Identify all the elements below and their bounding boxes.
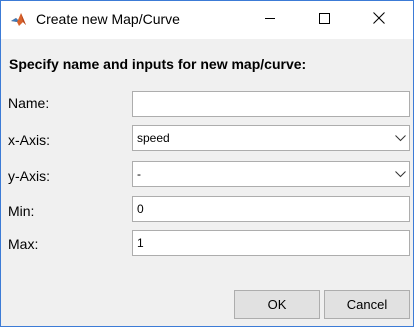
maximize-icon xyxy=(318,11,330,29)
window-title: Create new Map/Curve xyxy=(36,11,180,27)
x-axis-select[interactable]: speed xyxy=(132,125,410,151)
matlab-logo-icon xyxy=(10,11,27,28)
ok-button[interactable]: OK xyxy=(234,290,320,319)
max-label: Max: xyxy=(8,236,39,252)
name-label: Name: xyxy=(8,95,50,111)
dialog-content: Specify name and inputs for new map/curv… xyxy=(1,39,413,326)
max-input[interactable]: 1 xyxy=(132,230,410,256)
chevron-down-icon[interactable] xyxy=(392,126,409,150)
maximize-button[interactable] xyxy=(301,1,347,39)
minimize-icon xyxy=(264,11,276,29)
min-input[interactable]: 0 xyxy=(132,196,410,222)
y-axis-select[interactable]: - xyxy=(132,161,410,187)
y-axis-value: - xyxy=(137,167,141,181)
minimize-button[interactable] xyxy=(247,1,293,39)
close-button[interactable] xyxy=(356,1,402,39)
cancel-button[interactable]: Cancel xyxy=(324,290,410,319)
close-icon xyxy=(373,11,385,29)
dialog-window: Create new Map/Curve Specify name and in… xyxy=(0,0,414,327)
title-bar[interactable]: Create new Map/Curve xyxy=(1,1,413,39)
chevron-down-icon[interactable] xyxy=(392,162,409,186)
x-axis-value: speed xyxy=(137,131,170,145)
min-label: Min: xyxy=(8,203,35,219)
form-heading: Specify name and inputs for new map/curv… xyxy=(9,56,307,72)
x-axis-label: x-Axis: xyxy=(8,132,50,148)
name-input[interactable] xyxy=(132,91,410,117)
y-axis-label: y-Axis: xyxy=(8,168,50,184)
